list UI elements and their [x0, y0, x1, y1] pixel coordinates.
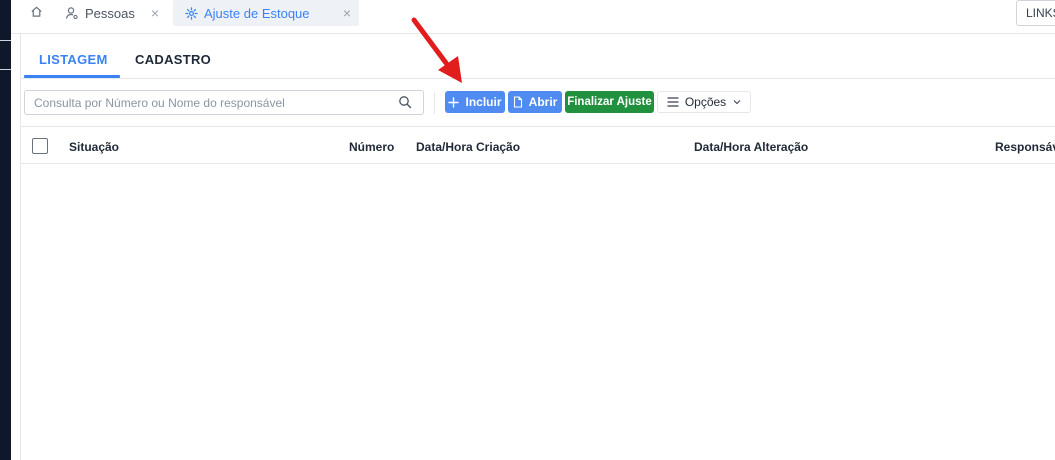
gear-icon	[185, 6, 198, 20]
main-panel: LISTAGEM CADASTRO Incluir Abrir Finaliza…	[20, 34, 1055, 460]
sidebar-divider	[0, 69, 11, 70]
tab-cadastro[interactable]: CADASTRO	[135, 52, 211, 67]
links-button[interactable]: LINKS	[1016, 0, 1055, 26]
sidebar-divider	[0, 40, 11, 41]
select-all-checkbox[interactable]	[32, 138, 48, 154]
table-header: Situação Número Data/Hora Criação Data/H…	[21, 127, 1055, 164]
opcoes-button[interactable]: Opções	[657, 91, 751, 113]
toolbar: Incluir Abrir Finalizar Ajuste Opções	[21, 79, 1055, 127]
tab-ajuste-de-estoque[interactable]: Ajuste de Estoque ×	[173, 0, 359, 26]
document-icon	[513, 96, 523, 108]
tab-home[interactable]	[21, 0, 51, 26]
tab-bar: Pessoas × Ajuste de Estoque × LINKS	[11, 0, 1055, 34]
column-header-numero[interactable]: Número	[349, 140, 394, 154]
close-icon[interactable]: ×	[151, 5, 159, 21]
opcoes-label: Opções	[684, 95, 727, 109]
menu-icon	[667, 97, 679, 107]
user-gear-icon	[65, 6, 79, 20]
search-input[interactable]	[24, 90, 424, 115]
tab-pessoas[interactable]: Pessoas ×	[55, 0, 167, 26]
abrir-label: Abrir	[528, 95, 558, 109]
abrir-button[interactable]: Abrir	[508, 91, 562, 113]
close-icon[interactable]: ×	[343, 5, 351, 21]
sub-tabs: LISTAGEM CADASTRO	[21, 34, 1055, 79]
red-arrow-icon	[411, 17, 462, 83]
tab-listagem[interactable]: LISTAGEM	[39, 52, 108, 67]
tab-ajuste-label: Ajuste de Estoque	[204, 5, 310, 21]
incluir-label: Incluir	[465, 95, 502, 109]
toolbar-divider	[434, 92, 435, 114]
tab-pessoas-label: Pessoas	[85, 5, 135, 21]
home-icon	[30, 5, 43, 21]
column-header-responsavel[interactable]: Responsáve	[995, 140, 1055, 154]
active-tab-indicator	[24, 75, 120, 78]
search-icon[interactable]	[398, 95, 412, 109]
chevron-down-icon	[733, 99, 741, 105]
plus-icon	[448, 96, 460, 108]
finalizar-ajuste-button[interactable]: Finalizar Ajuste	[565, 91, 654, 113]
left-sidebar-strip	[0, 0, 11, 460]
column-header-data-criacao[interactable]: Data/Hora Criação	[416, 140, 520, 154]
column-header-situacao[interactable]: Situação	[69, 140, 119, 154]
column-header-data-alteracao[interactable]: Data/Hora Alteração	[694, 140, 808, 154]
incluir-button[interactable]: Incluir	[445, 91, 505, 113]
